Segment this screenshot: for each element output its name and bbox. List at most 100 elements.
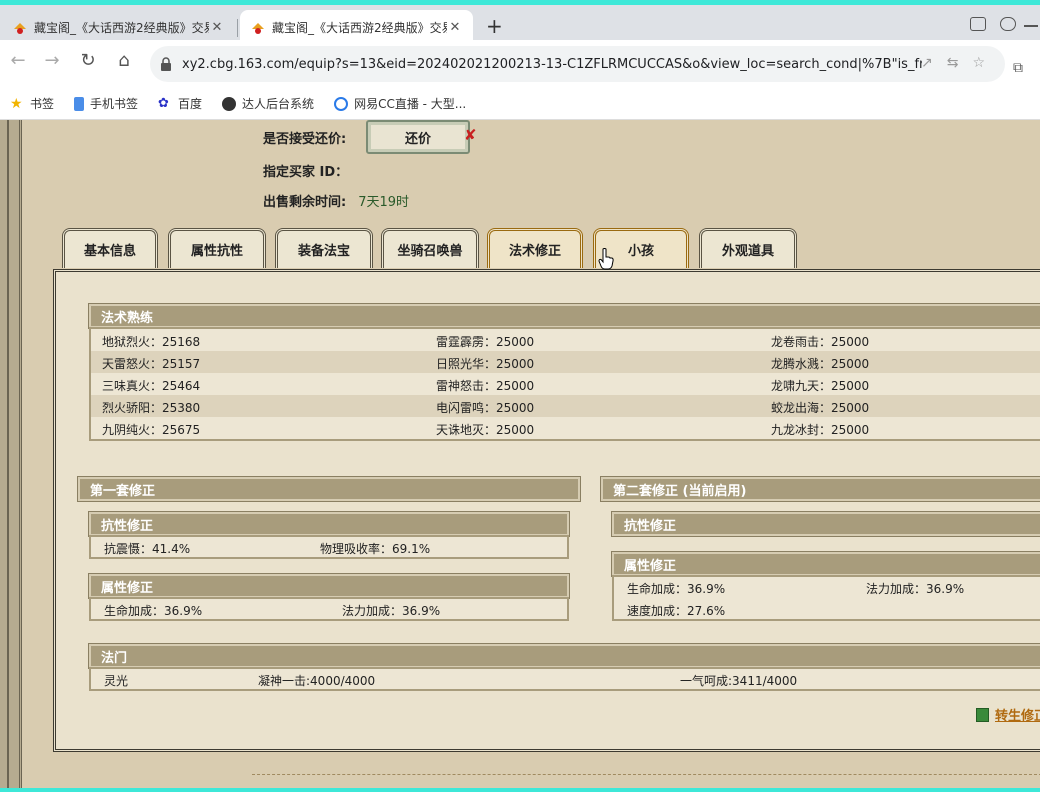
attr-value: 生命加成：36.9% (104, 604, 203, 618)
remaining-time-label: 出售剩余时间: (263, 195, 347, 210)
bookmark-label: 达人后台系统 (242, 97, 315, 111)
skill-cell: 雷霆霹雳：25000 (436, 335, 535, 349)
table-row: 九阴纯火：25675 天诛地灭：25000 九龙冰封：25000 (91, 417, 1040, 439)
skill-cell: 烈火骄阳：25380 (102, 401, 201, 415)
counter-offer-row: 是否接受还价: (263, 128, 346, 147)
share-icon[interactable]: ↗ (921, 55, 933, 71)
bookmark-star-icon[interactable]: ☆ (972, 55, 985, 71)
skill-cell: 地狱烈火：25168 (102, 335, 201, 349)
famen-box: 灵光 凝神一击:4000/4000 一气呵成:3411/4000 (89, 667, 1040, 691)
attr-value: 生命加成：36.9% (627, 582, 726, 596)
set1-attr-box: 生命加成：36.9% 法力加成：36.9% (89, 597, 569, 621)
bookmark-label: 书签 (30, 97, 55, 111)
forward-arrow-icon[interactable]: → (38, 50, 66, 71)
remaining-time-row: 出售剩余时间: 7天19时 (263, 191, 409, 210)
set1-resist-header: 抗性修正 (89, 512, 569, 536)
left-frame-border (0, 120, 22, 788)
bookmark-item[interactable]: 达人后台系统 (222, 95, 314, 112)
attr-value: 法力加成：36.9% (866, 582, 965, 596)
set2-attr-header: 属性修正 (612, 552, 1040, 576)
set2-header: 第二套修正 (当前启用) (601, 477, 1040, 501)
bookmark-item[interactable]: ✿ 百度 (158, 95, 202, 112)
bookmark-label: 网易CC直播 - 大型... (354, 97, 467, 111)
extensions-icon[interactable]: ⧉ (1013, 60, 1023, 76)
tab-close-icon[interactable]: ✕ (209, 20, 225, 35)
skill-cell: 蛟龙出海：25000 (771, 401, 870, 415)
bookmark-item[interactable]: 网易CC直播 - 大型... (334, 95, 466, 112)
home-icon[interactable]: ⌂ (110, 50, 138, 71)
cc-icon (334, 96, 349, 111)
table-row: 烈火骄阳：25380 电闪雷鸣：25000 蛟龙出海：25000 (91, 395, 1040, 417)
lock-icon (161, 57, 171, 71)
new-tab-plus-icon[interactable]: + (486, 14, 503, 38)
set2-resist-header: 抗性修正 (612, 512, 1040, 536)
table-row: 三味真火：25464 雷神怒击：25000 龙啸九天：25000 (91, 373, 1040, 395)
page-content: 是否接受还价: 还价 ✘ 指定买家 ID： 出售剩余时间: 7天19时 基本信息… (0, 120, 1040, 788)
url-text: xy2.cbg.163.com/equip?s=13&eid=202402021… (182, 56, 922, 72)
famen-header: 法门 (89, 644, 1040, 668)
attr-value: 速度加成：27.6% (627, 604, 726, 618)
dotted-divider (252, 774, 1040, 775)
tab-spell-correction[interactable]: 法术修正 (487, 228, 583, 268)
tab-title: 藏宝阁_《大话西游2经典版》交易 (34, 21, 209, 35)
skill-cell: 天雷怒火：25157 (102, 357, 201, 371)
bookmark-label: 百度 (178, 97, 203, 111)
bookmark-label: 手机书签 (90, 97, 139, 111)
translate-icon[interactable]: ⇆ (947, 55, 959, 71)
set1-header: 第一套修正 (78, 477, 580, 501)
browser-tabstrip: 藏宝阁_《大话西游2经典版》交易 ✕ 藏宝阁_《大话西游2经典版》交易 ✕ + (0, 0, 1040, 45)
resist-value: 抗震慑：41.4% (104, 542, 191, 556)
counter-offer-label: 是否接受还价: (263, 132, 347, 147)
proficiency-header: 法术熟练 (89, 304, 1040, 328)
tab-basic-info[interactable]: 基本信息 (62, 228, 158, 268)
calculator-icon (976, 707, 989, 722)
bookmark-item[interactable]: 手机书签 (74, 95, 138, 112)
proficiency-box: 地狱烈火：25168 雷霆霹雳：25000 龙卷雨击：25000 天雷怒火：25… (89, 327, 1040, 441)
tab-close-icon[interactable]: ✕ (447, 20, 463, 35)
hand-cursor-icon (598, 248, 614, 270)
back-arrow-icon[interactable]: ← (4, 50, 32, 71)
attr-value: 法力加成：36.9% (342, 604, 441, 618)
incognito-icon[interactable] (1000, 17, 1016, 31)
resist-value: 物理吸收率：69.1% (320, 542, 431, 556)
counter-offer-button[interactable]: 还价 (366, 120, 470, 154)
tab-mount-pet[interactable]: 坐骑召唤兽 (381, 228, 479, 268)
skill-cell: 日照光华：25000 (436, 357, 535, 371)
set2-attr-box: 生命加成：36.9% 法力加成：36.9% 速度加成：27.6% (612, 575, 1040, 621)
skill-cell: 天诛地灭：25000 (436, 423, 535, 437)
baidu-icon: ✿ (158, 95, 169, 111)
tab-attribute-resist[interactable]: 属性抗性 (168, 228, 266, 268)
skill-cell: 九龙冰封：25000 (771, 423, 870, 437)
bookmark-item[interactable]: ★ 书签 (10, 95, 54, 112)
set1-resist-box: 抗震慑：41.4% 物理吸收率：69.1% (89, 535, 569, 559)
reload-icon[interactable]: ↻ (74, 50, 102, 71)
table-row: 地狱烈火：25168 雷霆霹雳：25000 龙卷雨击：25000 (91, 329, 1040, 351)
no-counter-offer-icon: ✘ (464, 126, 477, 144)
star-icon: ★ (10, 95, 23, 112)
tab-separator (237, 19, 238, 37)
famen-item: 灵光 (104, 674, 129, 688)
spell-correction-panel: 法术熟练 地狱烈火：25168 雷霆霹雳：25000 龙卷雨击：25000 天雷… (53, 269, 1040, 752)
browser-toolbar: ← → ↻ ⌂ xy2.cbg.163.com/equip?s=13&eid=2… (0, 40, 1040, 88)
famen-item: 一气呵成:3411/4000 (680, 674, 798, 688)
skill-cell: 龙啸九天：25000 (771, 379, 870, 393)
tab-equipment[interactable]: 装备法宝 (275, 228, 373, 268)
tab-appearance[interactable]: 外观道具 (699, 228, 797, 268)
cbg-favicon-icon (252, 22, 264, 34)
buyer-id-label: 指定买家 ID： (263, 165, 349, 180)
rebirth-correction-link[interactable]: 转生修正 (976, 705, 1040, 724)
skill-cell: 龙卷雨击：25000 (771, 335, 870, 349)
bookmarks-bar: ★ 书签 手机书签 ✿ 百度 达人后台系统 网易CC直播 - 大型... (0, 88, 1040, 120)
e-icon (222, 96, 237, 111)
phone-icon (74, 96, 85, 111)
skill-cell: 三味真火：25464 (102, 379, 201, 393)
skill-cell: 电闪雷鸣：25000 (436, 401, 535, 415)
address-bar[interactable]: xy2.cbg.163.com/equip?s=13&eid=202402021… (150, 46, 1005, 82)
skill-cell: 龙腾水溅：25000 (771, 357, 870, 371)
rebirth-correction-label: 转生修正 (995, 709, 1040, 724)
minimize-icon[interactable] (1024, 25, 1038, 27)
famen-item: 凝神一击:4000/4000 (258, 674, 376, 688)
table-row: 天雷怒火：25157 日照光华：25000 龙腾水溅：25000 (91, 351, 1040, 373)
tab-title: 藏宝阁_《大话西游2经典版》交易 (272, 21, 447, 35)
tab-search-icon[interactable] (970, 17, 986, 31)
